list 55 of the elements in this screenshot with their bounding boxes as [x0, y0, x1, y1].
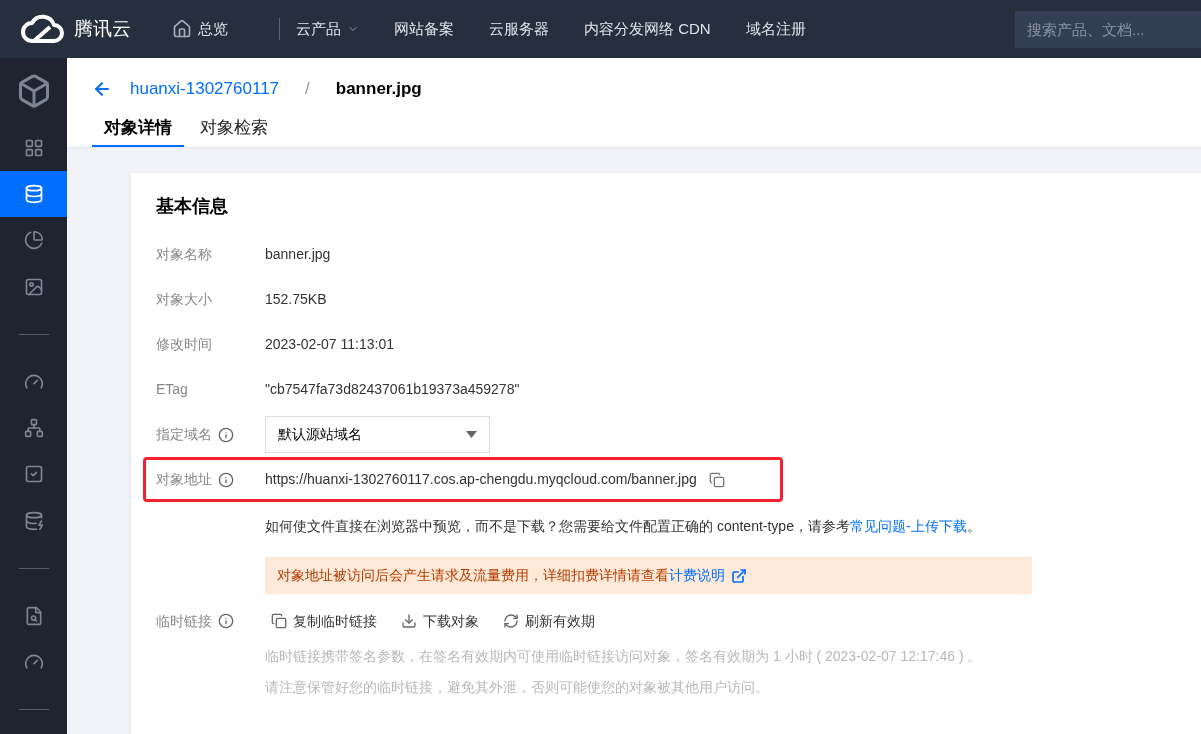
field-label: 指定域名 [156, 425, 212, 444]
info-icon[interactable] [218, 471, 234, 488]
field-label: 临时链接 [156, 611, 212, 631]
copy-icon[interactable] [708, 471, 725, 488]
sidebar-item[interactable] [0, 171, 67, 218]
preview-hint: 如何使文件直接在浏览器中预览，而不是下载？您需要给文件配置正确的 content-type，请参考常见问题-上传下载。 [265, 517, 982, 536]
domain-select[interactable]: 默认源站域名 [265, 416, 490, 453]
nav-link[interactable]: 网站备案 [394, 17, 454, 41]
field-value: banner.jpg [265, 245, 331, 264]
field-value: "cb7547fa73d82437061b19373a459278" [265, 380, 520, 399]
faq-link[interactable]: 常见问题-上传下载 [849, 518, 967, 534]
action-link[interactable]: 下载对象 [401, 610, 479, 632]
field-label: ETag [156, 380, 188, 399]
home-icon [172, 19, 192, 39]
nav-link[interactable]: 内容分发网络 CDN [584, 17, 711, 41]
tab[interactable]: 对象检索 [188, 110, 280, 147]
warning-text: 对象地址被访问后会产生请求及流量费用，详细扣费详情请查看 [277, 566, 669, 585]
nav-link[interactable]: 云服务器 [489, 17, 549, 41]
temp-link-note: 临时链接携带签名参数，在签名有效期内可使用临时链接访问对象，签名有效期为 1 小时 ( 2023-02-07 12:17:46 ) 。 [265, 647, 982, 666]
breadcrumb-current: banner.jpg [335, 78, 422, 101]
object-url: https://huanxi-1302760117.cos.ap-chengdu.myqcloud.com/banner.jpg [265, 470, 697, 489]
nav-link[interactable]: 域名注册 [745, 17, 806, 41]
download-icon [401, 613, 417, 629]
billing-link[interactable]: 计费说明 [669, 565, 725, 586]
database-icon [23, 184, 44, 205]
field-label: 对象名称 [156, 245, 212, 264]
tree-icon [23, 418, 44, 439]
action-link[interactable]: 复制临时链接 [271, 610, 377, 632]
nav-link[interactable]: 总览 [172, 17, 228, 41]
caret-icon [466, 431, 477, 438]
action-link[interactable]: 刷新有效期 [503, 610, 595, 632]
image-icon [23, 276, 44, 297]
field-label: 对象地址 [156, 470, 212, 489]
nav-link[interactable]: 云产品 [296, 17, 359, 41]
breadcrumb-separator: / [305, 78, 310, 101]
search-field[interactable]: 搜索产品、文档... [1015, 10, 1201, 48]
copy-icon [271, 613, 287, 629]
database-icon [23, 510, 44, 531]
brand-name[interactable]: 腾讯云 [74, 14, 131, 44]
card-title: 基本信息 [156, 195, 229, 218]
pie-chart-icon [23, 230, 44, 251]
grid-icon [23, 138, 44, 158]
checkbox-icon [23, 464, 44, 485]
field-label: 对象大小 [156, 290, 212, 309]
cloud-logo-icon[interactable] [20, 14, 66, 44]
tab[interactable]: 对象详情 [92, 110, 184, 147]
bucket-link[interactable]: huanxi-1302760117 [130, 76, 280, 102]
external-link-icon[interactable] [731, 567, 747, 584]
field-value: 152.75KB [265, 290, 327, 309]
field-label: 修改时间 [156, 335, 212, 354]
temp-link-note: 请注意保管好您的临时链接，避免其外泄，否则可能使您的对象被其他用户访问。 [265, 678, 770, 697]
field-value: 2023-02-07 11:13:01 [265, 335, 394, 354]
info-icon[interactable] [218, 613, 234, 629]
refresh-icon [503, 613, 519, 629]
info-icon[interactable] [218, 426, 234, 443]
